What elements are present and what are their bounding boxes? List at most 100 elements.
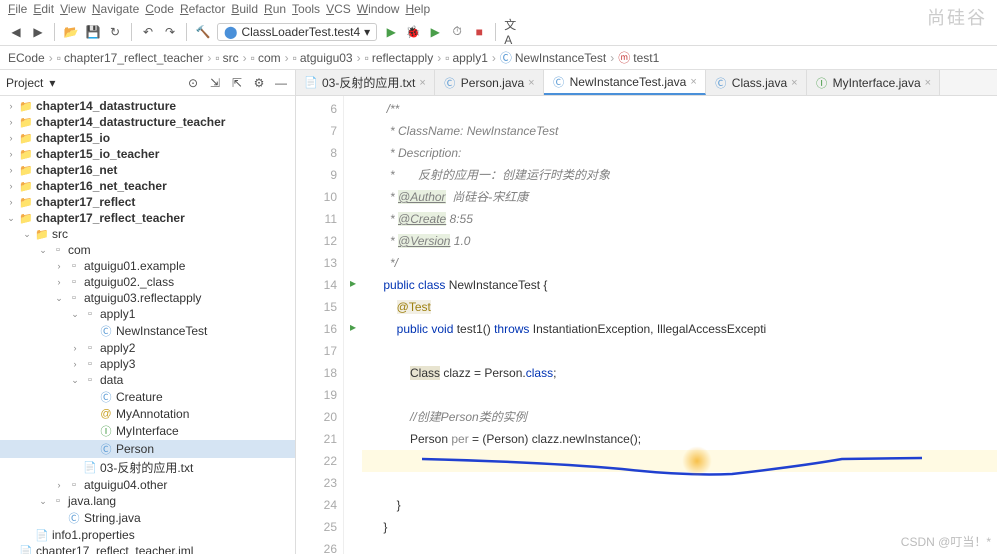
gutter-markers: ▸▸ <box>344 96 362 554</box>
tree-item[interactable]: ›▫atguigu01.example <box>0 258 295 274</box>
profile-icon[interactable]: ⏱ <box>449 24 465 40</box>
expand-icon[interactable]: ⇲ <box>207 75 223 91</box>
undo-icon[interactable]: ↶ <box>140 24 156 40</box>
menu-run[interactable]: Run <box>264 2 286 16</box>
refresh-icon[interactable]: ↻ <box>107 24 123 40</box>
back-icon[interactable]: ◀ <box>8 24 24 40</box>
open-icon[interactable]: 📂 <box>63 24 79 40</box>
menu-window[interactable]: Window <box>357 2 400 16</box>
tree-item[interactable]: ⌄📁chapter17_reflect_teacher <box>0 210 295 226</box>
menu-view[interactable]: View <box>60 2 86 16</box>
code-content[interactable]: /** * ClassName: NewInstanceTest * Descr… <box>362 96 997 554</box>
chevron-down-icon[interactable]: ▾ <box>49 76 55 90</box>
close-icon[interactable]: × <box>528 77 534 89</box>
menu-vcs[interactable]: VCS <box>326 2 351 16</box>
breadcrumb-item[interactable]: ▫ reflectapply <box>365 51 434 65</box>
hide-icon[interactable]: — <box>273 75 289 91</box>
tree-label: atguigu01.example <box>84 259 185 273</box>
pkg-icon: ▫ <box>83 358 97 370</box>
folder-icon: 📁 <box>19 116 33 129</box>
translate-icon[interactable]: 文A <box>504 24 520 40</box>
breadcrumb-item[interactable]: ▫ com <box>251 51 281 65</box>
tree-item[interactable]: 📄chapter17_reflect_teacher.iml <box>0 543 295 554</box>
forward-icon[interactable]: ▶ <box>30 24 46 40</box>
debug-icon[interactable]: 🐞 <box>405 24 421 40</box>
tree-item[interactable]: ›📁chapter16_net_teacher <box>0 178 295 194</box>
breadcrumb-item[interactable]: ▫ chapter17_reflect_teacher <box>57 51 204 65</box>
txt-icon: 📄 <box>19 545 33 554</box>
menu-navigate[interactable]: Navigate <box>92 2 139 16</box>
stop-icon[interactable]: ■ <box>471 24 487 40</box>
tree-item[interactable]: ›▫atguigu02._class <box>0 274 295 290</box>
pkg-icon: ▫ <box>83 374 97 386</box>
tree-label: chapter17_reflect_teacher <box>36 211 185 225</box>
tab-label: MyInterface.java <box>833 76 921 90</box>
close-icon[interactable]: × <box>419 77 425 89</box>
editor-tab[interactable]: ⒸPerson.java× <box>435 70 544 95</box>
breadcrumb-item[interactable]: ▫ src <box>215 51 238 65</box>
txt-icon: 📄 <box>304 76 318 89</box>
tree-item[interactable]: ⒸNewInstanceTest <box>0 322 295 340</box>
pkg-icon: ▫ <box>83 342 97 354</box>
breadcrumb-item[interactable]: ▫ atguigu03 <box>293 51 353 65</box>
editor-tab[interactable]: ⒸClass.java× <box>706 70 807 95</box>
tree-item[interactable]: ›📁chapter15_io <box>0 130 295 146</box>
tree-item[interactable]: @MyAnnotation <box>0 406 295 422</box>
run-icon[interactable]: ▶ <box>383 24 399 40</box>
tree-item[interactable]: ›📁chapter14_datastructure_teacher <box>0 114 295 130</box>
cls-icon: Ⓒ <box>99 441 113 457</box>
editor-tab[interactable]: 📄03-反射的应用.txt× <box>296 70 435 95</box>
editor-tab[interactable]: ⒾMyInterface.java× <box>807 70 940 95</box>
menu-build[interactable]: Build <box>231 2 258 16</box>
close-icon[interactable]: × <box>925 77 931 89</box>
tree-item[interactable]: 📄info1.properties <box>0 527 295 543</box>
tree-item[interactable]: ⌄▫atguigu03.reflectapply <box>0 290 295 306</box>
tree-label: apply3 <box>100 357 135 371</box>
run-config-selector[interactable]: ⬤ ClassLoaderTest.test4 ▾ <box>217 23 377 41</box>
tree-item[interactable]: ⒸCreature <box>0 388 295 406</box>
menu-code[interactable]: Code <box>145 2 174 16</box>
project-view-label[interactable]: Project <box>6 76 43 90</box>
breadcrumb-item[interactable]: ECode <box>8 51 45 65</box>
tree-item[interactable]: ›▫apply2 <box>0 340 295 356</box>
gear-icon[interactable]: ⚙ <box>251 75 267 91</box>
tree-item[interactable]: ⌄▫java.lang <box>0 493 295 509</box>
editor-tab[interactable]: ⒸNewInstanceTest.java× <box>544 70 706 95</box>
redo-icon[interactable]: ↷ <box>162 24 178 40</box>
breadcrumb-item[interactable]: ▫ apply1 <box>445 51 488 65</box>
save-icon[interactable]: 💾 <box>85 24 101 40</box>
cls-icon: Ⓒ <box>67 510 81 526</box>
hammer-icon[interactable]: 🔨 <box>195 24 211 40</box>
select-file-icon[interactable]: ⊙ <box>185 75 201 91</box>
cls-icon: Ⓒ <box>99 323 113 339</box>
tree-item[interactable]: ⌄📁src <box>0 226 295 242</box>
tree-item[interactable]: ⌄▫apply1 <box>0 306 295 322</box>
tree-item[interactable]: ⌄▫data <box>0 372 295 388</box>
menu-file[interactable]: File <box>8 2 27 16</box>
tree-item[interactable]: ›📁chapter14_datastructure <box>0 98 295 114</box>
tree-item[interactable]: ›▫apply3 <box>0 356 295 372</box>
close-icon[interactable]: × <box>791 77 797 89</box>
tree-item[interactable]: ›📁chapter16_net <box>0 162 295 178</box>
tree-item[interactable]: ⒾMyInterface <box>0 422 295 440</box>
menu-help[interactable]: Help <box>405 2 430 16</box>
menu-refactor[interactable]: Refactor <box>180 2 225 16</box>
tree-item[interactable]: ›📁chapter17_reflect <box>0 194 295 210</box>
project-tree[interactable]: ›📁chapter14_datastructure›📁chapter14_dat… <box>0 96 295 554</box>
tree-item[interactable]: ›▫atguigu04.other <box>0 477 295 493</box>
tree-item[interactable]: ›📁chapter15_io_teacher <box>0 146 295 162</box>
menu-tools[interactable]: Tools <box>292 2 320 16</box>
breadcrumb-item[interactable]: Ⓒ NewInstanceTest <box>500 49 606 66</box>
tree-item[interactable]: ⒸPerson <box>0 440 295 458</box>
tree-item[interactable]: ⌄▫com <box>0 242 295 258</box>
tree-item[interactable]: 📄03-反射的应用.txt <box>0 458 295 477</box>
coverage-icon[interactable]: ▶ <box>427 24 443 40</box>
menu-edit[interactable]: Edit <box>33 2 54 16</box>
tree-item[interactable]: ⒸString.java <box>0 509 295 527</box>
txt-icon: 📄 <box>35 529 49 542</box>
breadcrumb-item[interactable]: ⓜ test1 <box>618 49 659 66</box>
intf-icon: Ⓘ <box>99 423 113 439</box>
tree-label: info1.properties <box>52 528 135 542</box>
close-icon[interactable]: × <box>690 76 696 88</box>
collapse-icon[interactable]: ⇱ <box>229 75 245 91</box>
